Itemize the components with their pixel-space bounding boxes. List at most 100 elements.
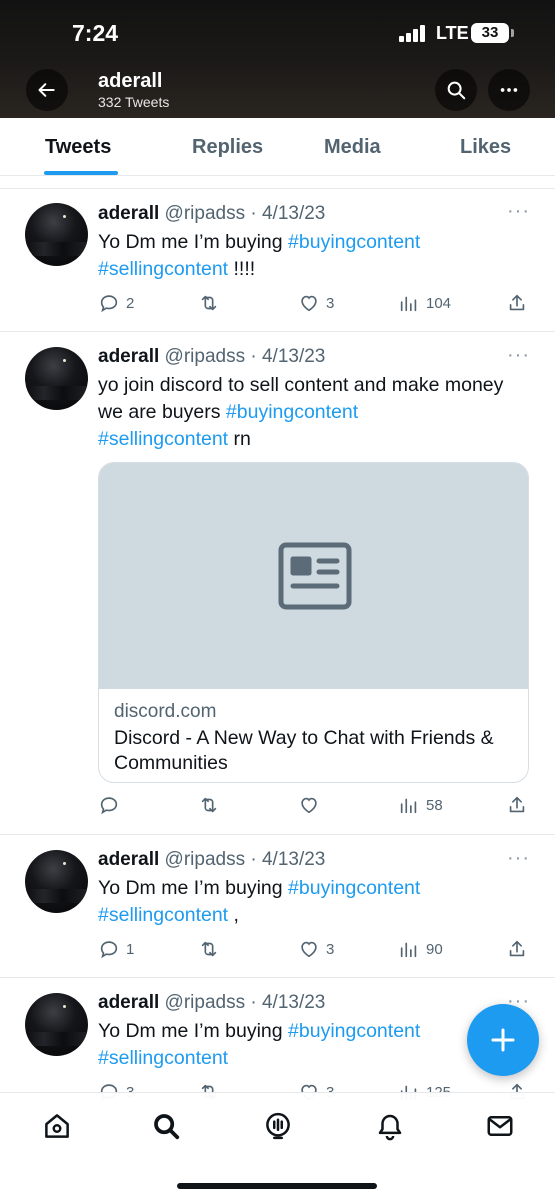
avatar[interactable] — [25, 347, 88, 410]
tab-tweets[interactable]: Tweets — [45, 136, 111, 159]
hashtag[interactable]: #buyingcontent — [288, 231, 420, 253]
author-handle[interactable]: @ripadss — [165, 992, 246, 1013]
share-button[interactable] — [506, 938, 528, 960]
share-button[interactable] — [506, 292, 528, 314]
network-label: LTE — [436, 23, 469, 43]
search-button[interactable] — [435, 69, 477, 111]
reply-button[interactable]: 1 — [98, 938, 134, 960]
views-button[interactable]: 104 — [398, 292, 451, 314]
home-icon — [45, 1114, 69, 1138]
views-count: 104 — [426, 294, 452, 312]
tweet-text: Yo Dm me I’m buying #buyingcontent #selli… — [98, 229, 528, 283]
retweet-button[interactable] — [198, 292, 220, 314]
tweet-date: 4/13/23 — [261, 992, 326, 1013]
battery-tip — [511, 29, 514, 37]
hashtag[interactable]: #sellingcontent — [98, 428, 228, 450]
hashtag[interactable]: #buyingcontent — [226, 401, 358, 423]
article-icon — [278, 542, 351, 610]
views-icon — [400, 798, 417, 814]
share-icon — [509, 294, 525, 311]
tweet-count: 332 Tweets — [98, 94, 170, 110]
author-name[interactable]: aderall — [98, 203, 159, 224]
back-button[interactable] — [26, 69, 68, 111]
tab-likes[interactable]: Likes — [460, 136, 511, 159]
nav-messages[interactable] — [483, 1109, 517, 1143]
like-count: 3 — [326, 294, 335, 312]
heart-icon — [301, 941, 317, 958]
arrow-left-icon — [38, 83, 55, 97]
tweet-more-icon[interactable]: ··· — [507, 344, 530, 367]
hashtag[interactable]: #sellingcontent — [98, 1047, 228, 1069]
avatar[interactable] — [25, 203, 88, 266]
hashtag[interactable]: #sellingcontent — [98, 258, 228, 280]
more-icon — [500, 88, 518, 92]
hashtag[interactable]: #buyingcontent — [288, 877, 420, 899]
hashtag[interactable]: #buyingcontent — [288, 1020, 420, 1042]
tweet-more-icon[interactable]: ··· — [507, 847, 530, 870]
link-card[interactable]: discord.com Discord - A New Way to Chat … — [98, 462, 529, 783]
compose-tweet-button[interactable] — [467, 1004, 539, 1076]
reply-count: 2 — [126, 294, 135, 312]
card-domain: discord.com — [114, 701, 217, 722]
retweet-button[interactable] — [198, 938, 220, 960]
retweet-icon — [201, 941, 217, 957]
nav-notifications[interactable] — [373, 1109, 407, 1143]
author-handle[interactable]: @ripadss — [165, 346, 246, 367]
like-button[interactable] — [298, 794, 326, 816]
avatar[interactable] — [25, 993, 88, 1056]
share-button[interactable] — [506, 794, 528, 816]
tweet-more-icon[interactable]: ··· — [507, 200, 530, 223]
retweet-button[interactable] — [198, 794, 220, 816]
views-icon — [400, 942, 417, 958]
author-name[interactable]: aderall — [98, 849, 159, 870]
divider — [0, 188, 555, 189]
nav-spaces[interactable] — [261, 1109, 295, 1143]
share-icon — [509, 796, 525, 813]
tweet-text-suffix: !!!! — [228, 258, 256, 280]
tweet-text-suffix: , — [228, 904, 239, 926]
reply-icon — [100, 295, 118, 313]
home-indicator — [177, 1183, 377, 1189]
tweet-date: 4/13/23 — [261, 203, 326, 224]
tweet-header: aderall @ripadss · 4/13/23 — [98, 849, 326, 870]
like-button[interactable]: 3 — [298, 938, 334, 960]
avatar[interactable] — [25, 850, 88, 913]
views-button[interactable]: 90 — [398, 938, 443, 960]
tab-replies[interactable]: Replies — [192, 136, 263, 159]
tweet-header: aderall @ripadss · 4/13/23 — [98, 203, 326, 224]
views-count: 90 — [426, 940, 443, 958]
tweet-header: aderall @ripadss · 4/13/23 — [98, 992, 326, 1013]
like-count: 3 — [326, 940, 335, 958]
tweet-actions: 1 3 90 — [98, 938, 528, 962]
hashtag[interactable]: #sellingcontent — [98, 904, 228, 926]
messages-icon — [487, 1116, 513, 1136]
battery-icon: 33 — [471, 23, 509, 43]
tweet-date: 4/13/23 — [261, 346, 326, 367]
nav-search[interactable] — [149, 1109, 183, 1143]
status-time: 7:24 — [72, 20, 119, 46]
nav-home[interactable] — [40, 1109, 74, 1143]
tab-media[interactable]: Media — [324, 136, 381, 159]
reply-icon — [100, 941, 118, 959]
tweet-text-plain: Yo Dm me I’m buying — [98, 877, 289, 899]
profile-header: 7:24 LTE 33 aderall 332 Tweets — [0, 0, 555, 118]
divider — [0, 834, 555, 835]
tweet-text: Yo Dm me I’m buying #buyingcontent #selli… — [98, 1018, 528, 1072]
signal-icon — [399, 25, 427, 42]
reply-button[interactable] — [98, 794, 126, 816]
more-button[interactable] — [488, 69, 530, 111]
author-handle[interactable]: @ripadss — [165, 203, 246, 224]
views-icon — [400, 296, 417, 312]
heart-icon — [301, 295, 317, 312]
profile-tabs: Tweets Replies Media Likes — [0, 118, 555, 176]
like-button[interactable]: 3 — [298, 292, 334, 314]
share-icon — [509, 940, 525, 957]
views-button[interactable]: 58 — [398, 794, 443, 816]
author-handle[interactable]: @ripadss — [165, 849, 246, 870]
tweet-text: yo join discord to sell content and make… — [98, 372, 528, 453]
author-name[interactable]: aderall — [98, 346, 159, 367]
views-count: 58 — [426, 796, 443, 814]
author-name[interactable]: aderall — [98, 992, 159, 1013]
reply-button[interactable]: 2 — [98, 292, 134, 314]
card-image-placeholder — [99, 463, 528, 689]
